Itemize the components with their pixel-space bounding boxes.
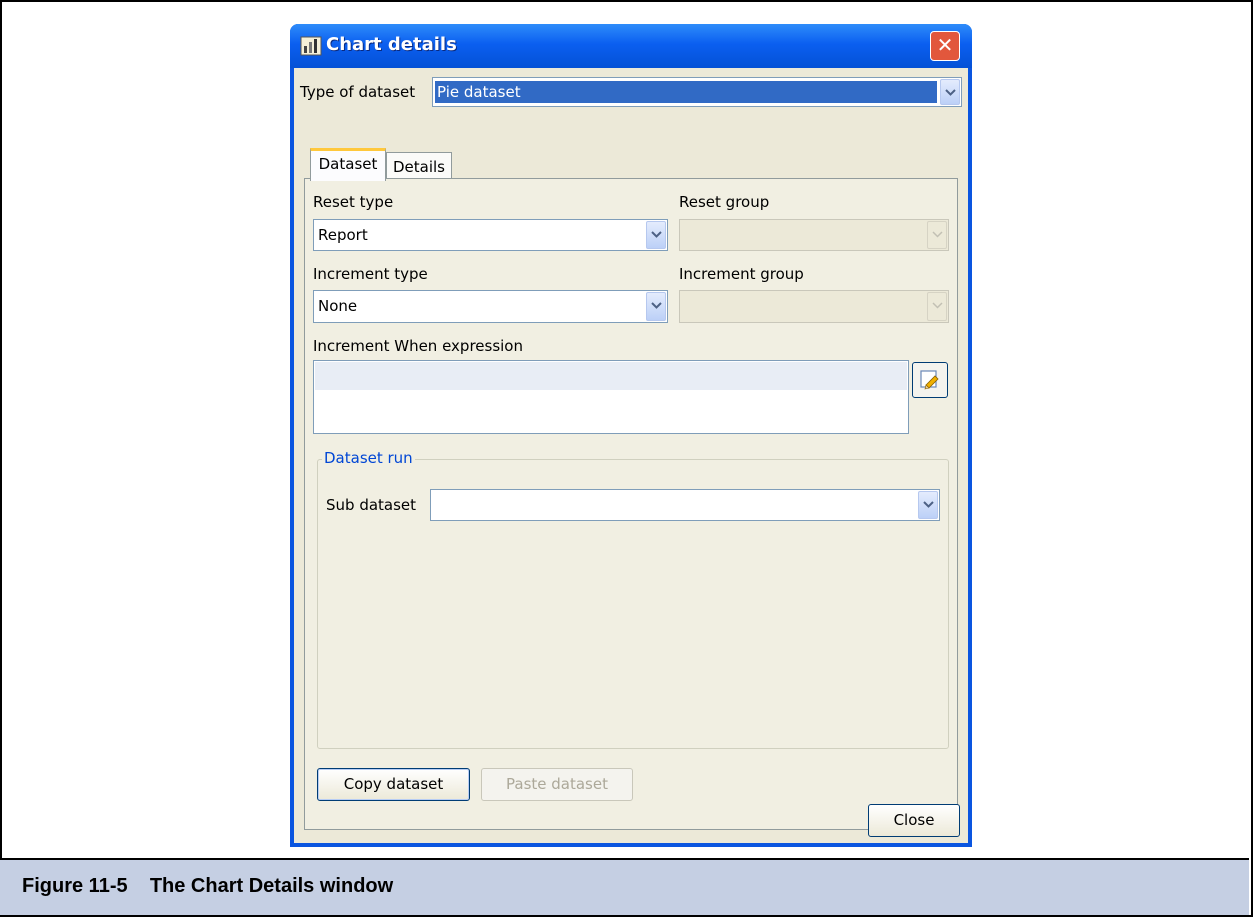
reset-type-value: Report [318,226,368,244]
dataset-type-value: Pie dataset [435,81,937,103]
increment-group-label: Increment group [679,265,804,283]
chevron-down-icon [651,302,662,309]
increment-type-label: Increment type [313,265,428,283]
increment-when-label: Increment When expression [313,337,523,355]
sub-dataset-label: Sub dataset [326,496,417,514]
dataset-type-label: Type of dataset [300,83,416,101]
reset-type-combo[interactable]: Report [313,219,668,251]
increment-when-expression-field[interactable] [313,360,909,434]
chevron-down-icon [932,231,943,238]
edit-pencil-icon [920,370,939,390]
dialog-client-area: Type of dataset Pie dataset Dataset Deta… [294,68,968,843]
reset-type-label: Reset type [313,193,394,211]
chevron-down-icon [923,501,934,508]
sub-dataset-dropdown-button[interactable] [918,491,938,519]
increment-group-dropdown-button [927,292,947,321]
increment-type-value: None [318,297,358,315]
chevron-down-icon [651,231,662,238]
figure-caption-band: Figure 11-5 The Chart Details window [0,858,1249,915]
reset-type-dropdown-button[interactable] [646,221,666,249]
chart-app-icon [300,36,322,56]
reset-group-combo [679,219,949,251]
increment-group-combo [679,290,949,323]
reset-group-label: Reset group [679,193,770,211]
reset-group-dropdown-button [927,221,947,249]
sub-dataset-combo[interactable] [430,489,940,521]
chevron-down-icon [932,302,943,309]
dataset-run-group: Dataset run Sub dataset [317,449,949,749]
increment-type-dropdown-button[interactable] [646,292,666,321]
increment-type-combo[interactable]: None [313,290,668,323]
current-line-highlight [315,362,907,390]
chart-details-window: Chart details ✕ Type of dataset Pie data… [290,24,972,847]
close-button[interactable]: Close [868,804,960,837]
figure-caption: Figure 11-5 The Chart Details window [22,875,394,897]
copy-dataset-button[interactable]: Copy dataset [317,768,470,801]
expression-editor-button[interactable] [912,362,948,398]
dataset-type-dropdown-button[interactable] [940,79,960,105]
dataset-tab-panel: Reset type Reset group Report Increment … [304,178,958,830]
window-close-button[interactable]: ✕ [930,31,960,61]
chevron-down-icon [945,89,956,96]
dataset-run-title: Dataset run [322,449,415,467]
tab-dataset[interactable]: Dataset [310,148,386,181]
window-title: Chart details [326,34,457,55]
paste-dataset-button[interactable]: Paste dataset [481,768,633,801]
title-bar[interactable]: Chart details ✕ [290,24,972,68]
dataset-type-combo[interactable]: Pie dataset [432,77,962,107]
